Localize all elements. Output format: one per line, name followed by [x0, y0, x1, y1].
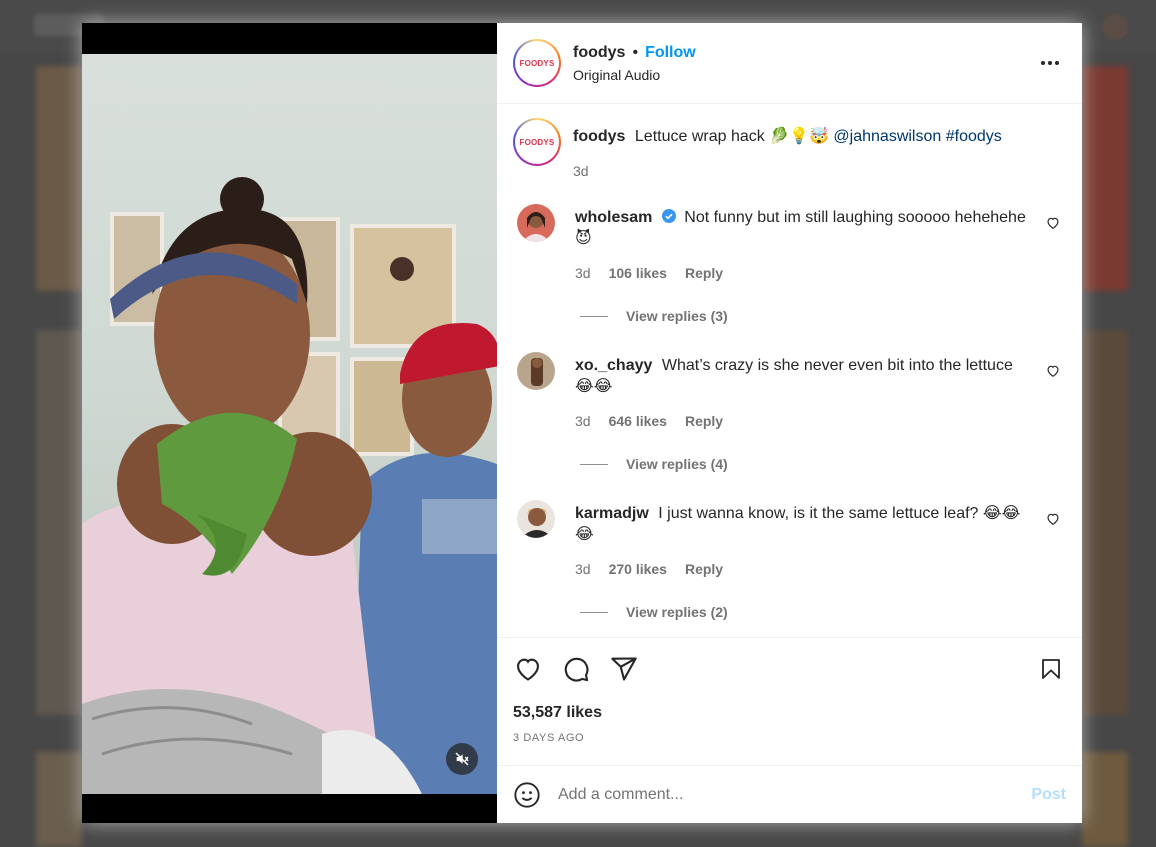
share-icon	[611, 657, 637, 681]
replies-line	[580, 315, 608, 317]
author-avatar[interactable]: FOODYS	[513, 39, 561, 87]
comment-likes[interactable]: 106 likes	[609, 265, 667, 281]
post-panel: FOODYS foodys • Follow Original Audio FO…	[497, 23, 1082, 823]
more-icon	[1041, 61, 1059, 65]
like-button[interactable]	[513, 654, 543, 684]
comment-age: 3d	[575, 413, 591, 429]
caption-age: 3d	[573, 163, 589, 179]
caption-username[interactable]: foodys	[573, 128, 625, 145]
comments-list[interactable]: FOODYS foodys Lettuce wrap hack 🥬💡🤯 @jah…	[497, 104, 1082, 637]
post-caption: FOODYS foodys Lettuce wrap hack 🥬💡🤯 @jah…	[513, 104, 1066, 179]
heart-icon[interactable]	[1046, 512, 1060, 526]
reply-button[interactable]: Reply	[685, 265, 723, 281]
video-frame	[82, 54, 497, 794]
post-header: FOODYS foodys • Follow Original Audio	[497, 23, 1082, 104]
likes-count[interactable]: 53,587 likes	[513, 704, 1066, 722]
heart-icon[interactable]	[1046, 364, 1060, 378]
reply-button[interactable]: Reply	[685, 561, 723, 577]
caption-text: Lettuce wrap hack 🥬💡🤯	[634, 128, 829, 145]
comment-button[interactable]	[561, 654, 591, 684]
foodys-logo: FOODYS	[518, 44, 556, 82]
background-tile	[1082, 752, 1128, 847]
more-options-button[interactable]	[1038, 51, 1062, 75]
save-button[interactable]	[1036, 654, 1066, 684]
heart-icon	[517, 658, 539, 681]
background-tile	[36, 66, 82, 291]
caption-avatar[interactable]: FOODYS	[513, 118, 561, 166]
separator-dot: •	[632, 43, 639, 61]
post-date: 3 DAYS AGO	[513, 732, 585, 744]
mute-button[interactable]	[446, 743, 478, 775]
comment-input[interactable]	[558, 785, 1032, 804]
verified-icon	[661, 209, 676, 223]
comment-age: 3d	[575, 265, 591, 281]
share-button[interactable]	[609, 654, 639, 684]
caption-hashtag[interactable]: #foodys	[946, 128, 1002, 145]
save-icon	[1042, 659, 1060, 679]
reply-button[interactable]: Reply	[685, 413, 723, 429]
post-comment-button[interactable]: Post	[1031, 786, 1066, 804]
view-replies-label: View replies (4)	[626, 456, 728, 472]
background-tile	[36, 330, 82, 715]
view-replies-label: View replies (3)	[626, 308, 728, 324]
commenter-username[interactable]: wholesam	[575, 209, 652, 226]
heart-icon[interactable]	[1046, 216, 1060, 230]
author-username[interactable]: foodys	[573, 44, 625, 62]
commenter-username[interactable]: karmadjw	[575, 505, 649, 522]
background-avatar	[1102, 14, 1128, 40]
comment-likes[interactable]: 270 likes	[609, 561, 667, 577]
foodys-logo: FOODYS	[518, 123, 556, 161]
commenter-avatar[interactable]	[517, 500, 555, 538]
post-video[interactable]	[82, 23, 497, 823]
comment-item: wholesam Not funny but im still laughing…	[513, 204, 1066, 281]
replies-line	[580, 611, 608, 613]
commenter-avatar[interactable]	[517, 352, 555, 390]
comment-age: 3d	[575, 561, 591, 577]
background-tile	[36, 752, 82, 847]
view-replies-label: View replies (2)	[626, 604, 728, 620]
comment-item: karmadjw I just wanna know, is it the sa…	[513, 500, 1066, 577]
comment-icon	[564, 657, 589, 682]
replies-line	[580, 463, 608, 465]
post-modal: FOODYS foodys • Follow Original Audio FO…	[82, 23, 1082, 823]
follow-button[interactable]: Follow	[645, 44, 696, 62]
commenter-username[interactable]: xo._chayy	[575, 357, 652, 374]
post-actions: 53,587 likes 3 DAYS AGO	[497, 637, 1082, 765]
background-tile	[1082, 66, 1128, 291]
comment-likes[interactable]: 646 likes	[609, 413, 667, 429]
view-replies-button[interactable]: View replies (4)	[580, 456, 1066, 472]
video-scene-illustration	[82, 177, 497, 794]
smiley-icon[interactable]	[513, 781, 541, 809]
add-comment-bar: Post	[497, 765, 1082, 823]
caption-mention[interactable]: @jahnaswilson	[833, 128, 941, 145]
commenter-avatar[interactable]	[517, 204, 555, 242]
view-replies-button[interactable]: View replies (2)	[580, 604, 1066, 620]
comment-item: xo._chayy What’s crazy is she never even…	[513, 352, 1066, 429]
audio-link[interactable]: Original Audio	[573, 67, 696, 83]
view-replies-button[interactable]: View replies (3)	[580, 308, 1066, 324]
mute-icon	[455, 752, 469, 766]
background-tile	[1082, 330, 1128, 715]
